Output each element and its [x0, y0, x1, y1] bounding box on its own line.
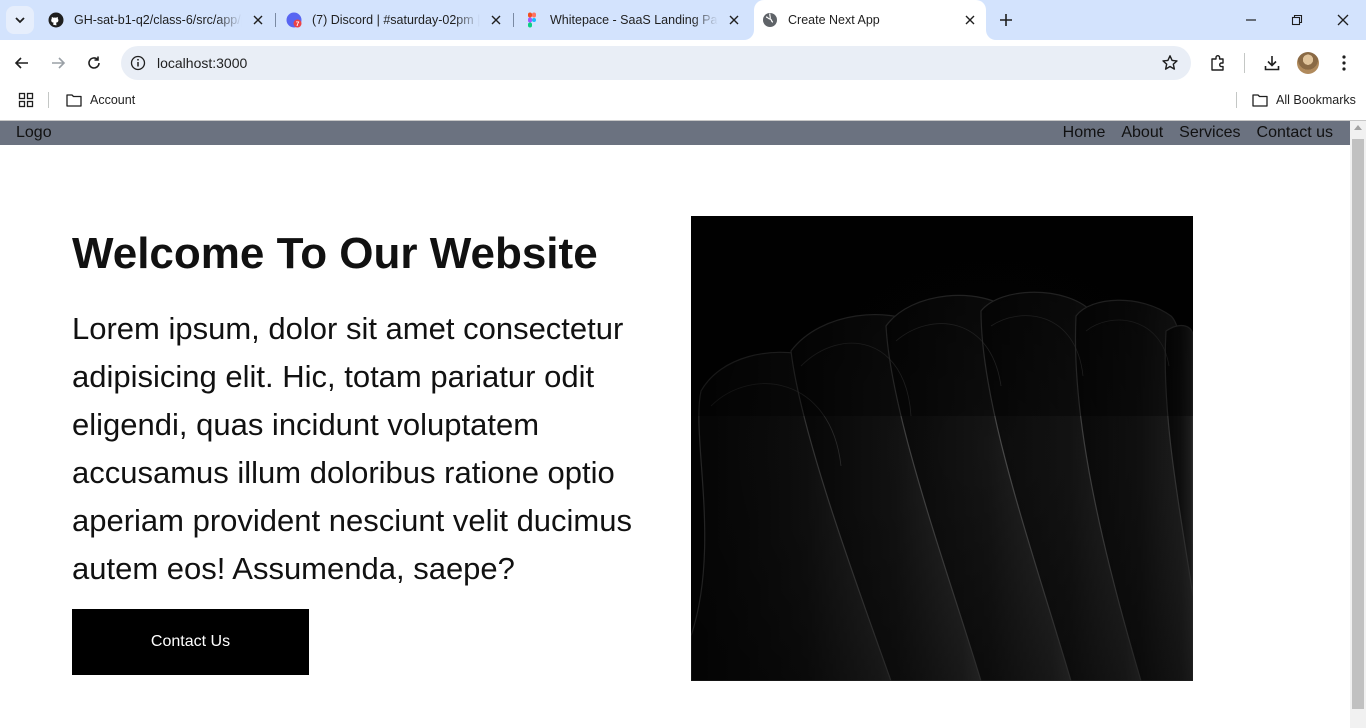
discord-icon: 7 — [286, 12, 302, 28]
close-window-button[interactable] — [1320, 0, 1366, 40]
close-icon[interactable] — [250, 12, 266, 28]
arrow-left-icon — [14, 57, 28, 69]
svg-text:7: 7 — [296, 21, 300, 28]
bookmark-star-icon[interactable] — [1161, 54, 1179, 72]
tab-title: (7) Discord | #saturday-02pm | Governor … — [312, 13, 480, 27]
tab-title: Create Next App — [788, 13, 880, 27]
close-icon[interactable] — [726, 12, 742, 28]
site-navbar: Logo Home About Services Contact us — [0, 121, 1350, 145]
page-scrollbar[interactable] — [1350, 121, 1366, 728]
figma-icon — [528, 12, 536, 28]
tab-title: GH-sat-b1-q2/class-6/src/app/page.js — [74, 13, 242, 27]
nav-link-home[interactable]: Home — [1063, 124, 1106, 142]
minimize-icon — [1246, 19, 1256, 21]
tab-search-button[interactable] — [6, 6, 34, 34]
bookmark-folder-label: Account — [90, 93, 136, 107]
folder-icon — [1252, 94, 1268, 107]
hero-description: Lorem ipsum, dolor sit amet consectetur … — [72, 311, 632, 586]
scroll-up-arrow-icon[interactable] — [1354, 125, 1362, 130]
tab-title: Whitepace - SaaS Landing Page — [550, 13, 718, 27]
abstract-waves-image — [691, 216, 1193, 681]
tab-discord[interactable]: 7 (7) Discord | #saturday-02pm | Governo… — [278, 0, 512, 40]
new-tab-button[interactable] — [994, 8, 1018, 32]
contact-us-button[interactable]: Contact Us — [72, 609, 309, 675]
reload-button[interactable] — [80, 49, 108, 77]
menu-kebab-icon[interactable] — [1333, 52, 1355, 74]
download-icon[interactable] — [1261, 52, 1283, 74]
tab-create-next-app[interactable]: Create Next App — [754, 0, 986, 40]
github-icon — [48, 12, 64, 28]
tab-figma[interactable]: Whitepace - SaaS Landing Page — [516, 0, 750, 40]
bookmarks-bar: Account All Bookmarks — [0, 86, 1366, 114]
folder-icon — [66, 94, 82, 107]
site-info-icon[interactable] — [129, 54, 147, 72]
browser-toolbar: localhost:3000 — [0, 40, 1366, 86]
reload-icon — [88, 56, 100, 69]
nav-link-about[interactable]: About — [1121, 124, 1163, 142]
restore-button[interactable] — [1274, 0, 1320, 40]
apps-icon[interactable] — [18, 91, 42, 109]
forward-button[interactable] — [44, 49, 72, 77]
nav-link-contact[interactable]: Contact us — [1257, 124, 1333, 142]
extensions-icon[interactable] — [1207, 52, 1229, 74]
bookmark-folder-account[interactable]: Account — [66, 91, 135, 109]
scrollbar-thumb[interactable] — [1352, 139, 1364, 709]
back-button[interactable] — [8, 49, 36, 77]
bookmarks-divider — [48, 92, 49, 108]
restore-icon — [1291, 14, 1303, 26]
minimize-button[interactable] — [1228, 0, 1274, 40]
chevron-down-icon — [15, 17, 25, 24]
close-icon — [1337, 14, 1349, 26]
tab-divider — [513, 13, 514, 27]
page-viewport: Logo Home About Services Contact us Welc… — [0, 121, 1350, 728]
close-icon[interactable] — [488, 12, 504, 28]
tab-divider — [275, 13, 276, 27]
hero-title: Welcome To Our Website — [72, 229, 598, 278]
all-bookmarks-label: All Bookmarks — [1276, 93, 1356, 107]
bookmarks-divider — [1236, 92, 1237, 108]
nav-links: Home About Services Contact us — [1063, 124, 1333, 142]
all-bookmarks-button[interactable]: All Bookmarks — [1252, 91, 1356, 109]
tab-github[interactable]: GH-sat-b1-q2/class-6/src/app/page.js — [40, 0, 274, 40]
globe-icon — [763, 13, 777, 27]
profile-avatar[interactable] — [1297, 52, 1319, 74]
site-logo[interactable]: Logo — [16, 124, 52, 142]
nav-link-services[interactable]: Services — [1179, 124, 1240, 142]
plus-icon — [1000, 14, 1012, 26]
close-icon[interactable] — [962, 12, 978, 28]
arrow-right-icon — [52, 57, 66, 69]
toolbar-divider — [1244, 53, 1245, 73]
hero-image — [691, 216, 1193, 681]
tab-strip: GH-sat-b1-q2/class-6/src/app/page.js 7 (… — [0, 0, 1366, 40]
url-text[interactable]: localhost:3000 — [157, 55, 247, 71]
address-bar[interactable]: localhost:3000 — [121, 46, 1191, 80]
